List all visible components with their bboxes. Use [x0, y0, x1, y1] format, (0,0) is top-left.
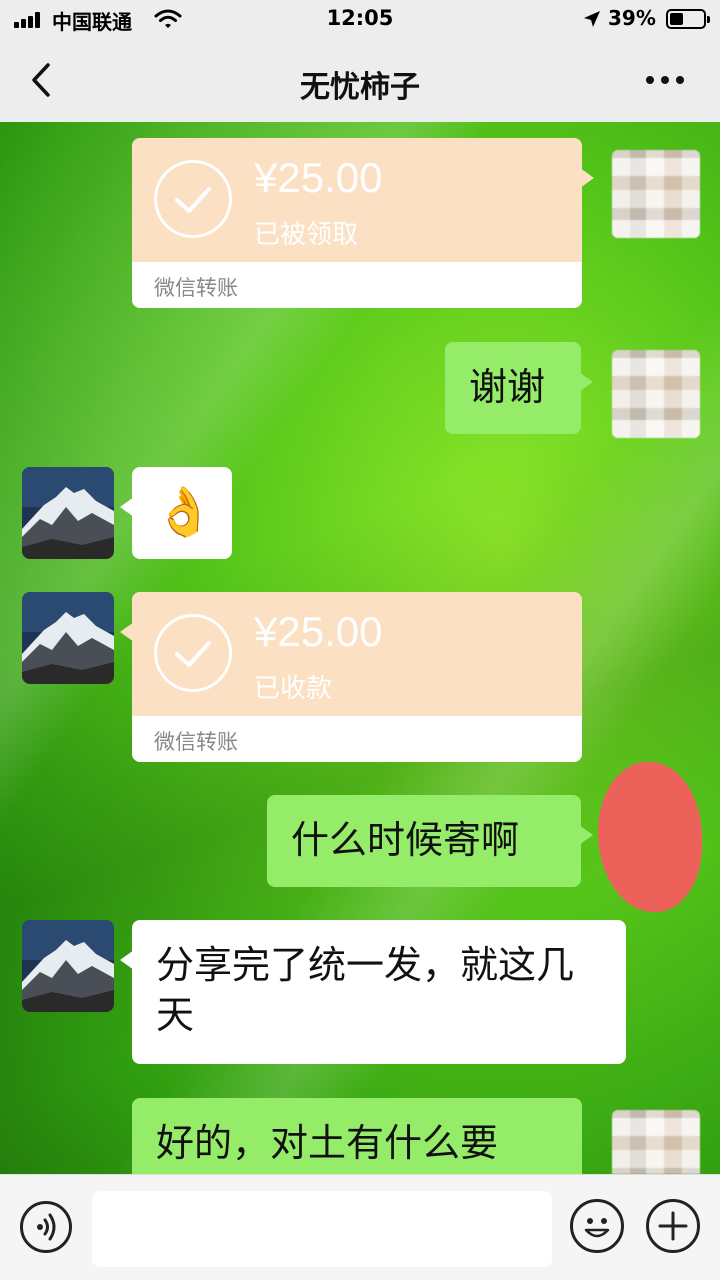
my-avatar[interactable]	[612, 350, 700, 438]
transfer-status: 已收款	[254, 674, 333, 704]
battery-icon	[666, 9, 710, 29]
message-bubble-received[interactable]: 👌	[120, 467, 232, 559]
my-avatar[interactable]	[612, 150, 700, 238]
status-bar: 中国联通 12:05 39%	[0, 0, 720, 40]
message-bubble-sent[interactable]: 什么时候寄啊	[267, 795, 593, 887]
message-bubble-sent[interactable]: 好的，对土有什么要	[132, 1098, 582, 1174]
message-text: 什么时候寄啊	[291, 818, 520, 862]
mountain-avatar-image	[22, 592, 114, 684]
input-bar	[0, 1174, 720, 1280]
chat-title: 无忧柿子	[300, 70, 420, 105]
mountain-avatar-image	[22, 467, 114, 559]
battery-percent: 39%	[608, 6, 656, 30]
message-input[interactable]	[92, 1191, 552, 1267]
message-text: 分享完了统一发，就这几天	[156, 943, 575, 1037]
ok-hand-emoji: 👌	[154, 484, 214, 540]
message-text: 谢谢	[469, 365, 546, 409]
transfer-footer: 微信转账	[154, 730, 238, 754]
message-bubble-sent[interactable]: 谢谢	[445, 342, 593, 434]
check-icon	[154, 614, 232, 692]
location-icon	[584, 11, 600, 27]
contact-avatar[interactable]	[22, 467, 114, 559]
message-bubble-received[interactable]: 分享完了统一发，就这几天	[120, 920, 626, 1064]
emoji-icon[interactable]	[570, 1199, 624, 1253]
contact-avatar[interactable]	[22, 920, 114, 1012]
transfer-card[interactable]: ¥25.00 已被领取 微信转账	[132, 138, 594, 308]
my-avatar[interactable]	[612, 1110, 700, 1174]
mountain-avatar-image	[22, 920, 114, 1012]
contact-avatar[interactable]	[22, 592, 114, 684]
transfer-status: 已被领取	[254, 220, 359, 250]
check-icon	[154, 160, 232, 238]
message-text: 好的，对土有什么要	[156, 1121, 499, 1165]
transfer-amount: ¥25.00	[254, 154, 383, 201]
nav-bar: 无忧柿子	[0, 40, 720, 122]
plus-icon[interactable]	[646, 1199, 700, 1253]
transfer-footer: 微信转账	[154, 276, 238, 300]
more-icon[interactable]	[646, 76, 686, 86]
transfer-amount: ¥25.00	[254, 608, 383, 655]
transfer-card[interactable]: ¥25.00 已收款 微信转账	[120, 592, 582, 762]
voice-icon[interactable]	[20, 1201, 72, 1253]
